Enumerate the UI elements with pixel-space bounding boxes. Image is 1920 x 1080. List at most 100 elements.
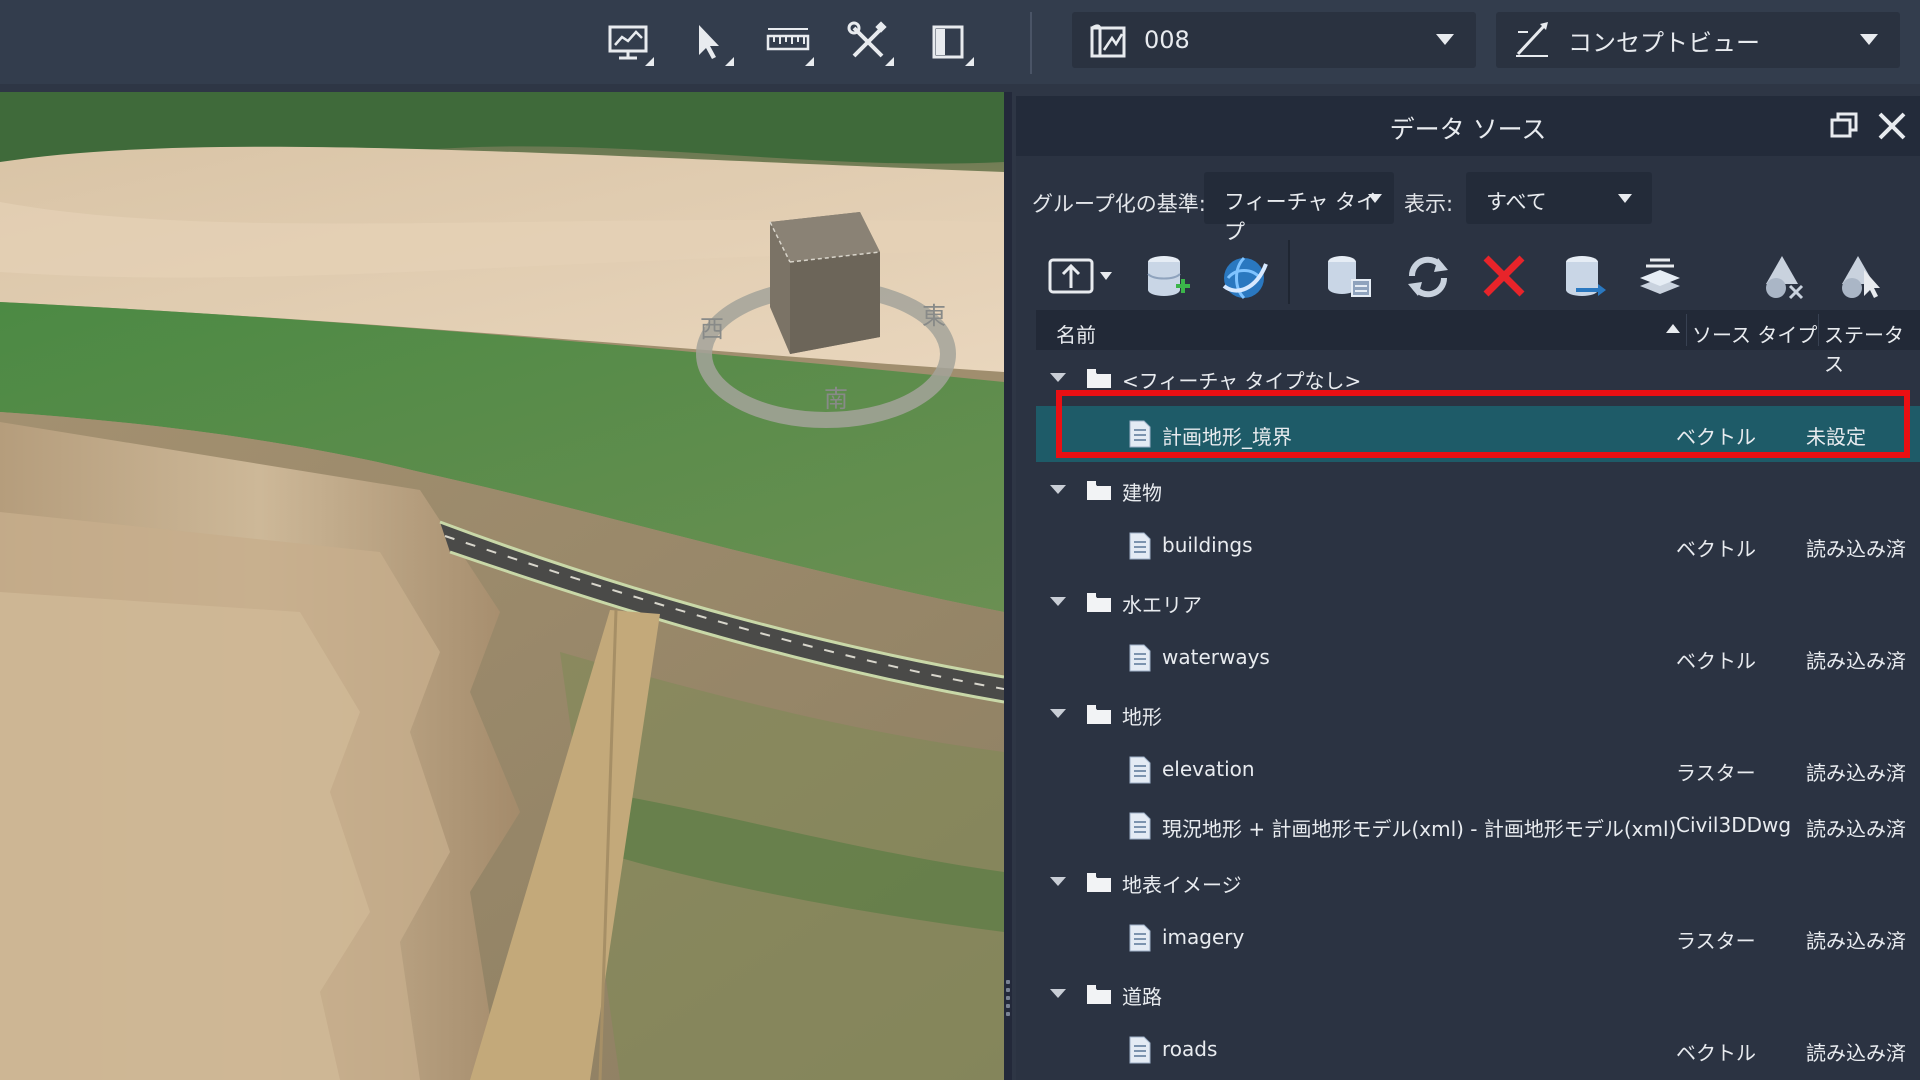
- panel-title: データ ソース: [1389, 115, 1547, 144]
- panel-layout-button[interactable]: [916, 14, 980, 70]
- document-icon: [1129, 924, 1151, 952]
- tree-item-label: 計画地形_境界: [1162, 425, 1292, 449]
- compass-west-label[interactable]: 西: [700, 315, 724, 343]
- delete-button[interactable]: [1472, 236, 1536, 316]
- folder-icon: [1087, 705, 1111, 724]
- source-type-cell: ベクトル: [1676, 425, 1756, 449]
- presentation-display-button[interactable]: [596, 14, 660, 70]
- tree-group-label: 地形: [1122, 705, 1162, 729]
- document-icon: [1129, 812, 1151, 840]
- database-export-button[interactable]: [1552, 236, 1616, 316]
- remove-feature-button[interactable]: [1750, 236, 1814, 316]
- grid-body: <フィーチャ タイプなし> 計画地形_境界 ベクトル 未設定 建物 buildings ベク…: [1036, 350, 1920, 1080]
- tree-item[interactable]: imagery ラスター 読み込み済: [1036, 910, 1920, 966]
- panel-resize-grip[interactable]: [1006, 980, 1010, 1020]
- chevron-down-icon: [1618, 194, 1632, 203]
- status-cell: 読み込み済: [1806, 649, 1906, 673]
- layers-icon: [1640, 258, 1680, 294]
- tree-item[interactable]: buildings ベクトル 読み込み済: [1036, 518, 1920, 574]
- proposal-icon: [1090, 24, 1126, 58]
- expand-caret-icon[interactable]: [1050, 877, 1066, 886]
- display-label: 表示:: [1404, 192, 1454, 216]
- document-icon: [1129, 420, 1151, 448]
- tree-item-label: imagery: [1162, 925, 1245, 949]
- tree-group[interactable]: 道路: [1036, 966, 1920, 1022]
- restore-window-icon: [1830, 112, 1858, 138]
- database-settings-button[interactable]: [1316, 236, 1380, 316]
- globe-icon: [1222, 256, 1268, 300]
- concept-view-icon: [1516, 22, 1548, 57]
- tree-item[interactable]: 現況地形 + 計画地形モデル(xml) - 計画地形モデル(xml) Civil3…: [1036, 798, 1920, 854]
- feature-remove-icon: [1766, 256, 1804, 300]
- expand-caret-icon[interactable]: [1050, 485, 1066, 494]
- folder-icon: [1087, 873, 1111, 892]
- import-button[interactable]: [1036, 236, 1126, 316]
- tools-button[interactable]: [836, 14, 900, 70]
- compass-east-label[interactable]: 東: [922, 302, 946, 330]
- source-type-cell: Civil3DDwg: [1676, 813, 1792, 837]
- tree-item-label: waterways: [1162, 645, 1270, 669]
- source-type-cell: ベクトル: [1676, 649, 1756, 673]
- chevron-down-icon: [1436, 34, 1454, 45]
- expand-caret-icon[interactable]: [1050, 709, 1066, 718]
- tree-item[interactable]: roads ベクトル 読み込み済: [1036, 1022, 1920, 1078]
- data-source-toolbar: [1016, 236, 1920, 320]
- tree-group[interactable]: 地表イメージ: [1036, 854, 1920, 910]
- document-icon: [1129, 644, 1151, 672]
- column-header-name[interactable]: 名前: [1056, 319, 1096, 348]
- data-source-grid: 名前 ソース タイプ ステータス <フィーチャ タイプなし> 計画地形_境界 ベクト…: [1036, 310, 1920, 1080]
- expand-caret-icon[interactable]: [1050, 373, 1066, 382]
- tree-group[interactable]: 地形: [1036, 686, 1920, 742]
- tree-group[interactable]: <フィーチャ タイプなし>: [1036, 350, 1920, 406]
- measure-button[interactable]: [756, 14, 820, 70]
- tree-group[interactable]: 建物: [1036, 462, 1920, 518]
- group-by-select[interactable]: フィーチャ タイプ: [1204, 172, 1394, 244]
- refresh-button[interactable]: [1396, 236, 1460, 316]
- web-service-button[interactable]: [1212, 236, 1276, 316]
- document-icon: [1129, 532, 1151, 560]
- restore-window-button[interactable]: [1824, 106, 1864, 146]
- add-database-icon: [1147, 256, 1190, 296]
- expand-caret-icon[interactable]: [1050, 989, 1066, 998]
- database-export-icon: [1566, 256, 1606, 296]
- tree-group-label: <フィーチャ タイプなし>: [1122, 369, 1362, 393]
- tree-item-label: 現況地形 + 計画地形モデル(xml) - 計画地形モデル(xml): [1162, 817, 1677, 841]
- status-cell: 読み込み済: [1806, 1041, 1906, 1065]
- chevron-down-icon: [1368, 194, 1382, 203]
- toolbar-separator: [1288, 240, 1290, 304]
- compass-south-label[interactable]: 南: [824, 385, 848, 413]
- tree-item[interactable]: elevation ラスター 読み込み済: [1036, 742, 1920, 798]
- select-feature-button[interactable]: [1826, 236, 1890, 316]
- terrain-scene: 西 南 東: [0, 92, 1004, 1080]
- select-button[interactable]: [676, 14, 740, 70]
- folder-icon: [1087, 593, 1111, 612]
- tree-item[interactable]: waterways ベクトル 読み込み済: [1036, 630, 1920, 686]
- panel-header: データ ソース: [1016, 96, 1920, 156]
- view-select[interactable]: コンセプトビュー: [1496, 12, 1900, 68]
- source-type-cell: ラスター: [1676, 929, 1756, 953]
- tree-item[interactable]: 計画地形_境界 ベクトル 未設定: [1036, 406, 1920, 462]
- expand-caret-icon[interactable]: [1050, 597, 1066, 606]
- close-panel-button[interactable]: [1872, 106, 1912, 146]
- refresh-icon: [1408, 256, 1448, 298]
- document-icon: [1129, 1036, 1151, 1064]
- tree-group[interactable]: 水エリア: [1036, 574, 1920, 630]
- tree-group-label: 水エリア: [1122, 593, 1202, 617]
- grid-header: 名前 ソース タイプ ステータス: [1036, 310, 1920, 376]
- proposal-select[interactable]: 008: [1072, 12, 1476, 68]
- group-by-label: グループ化の基準:: [1032, 192, 1206, 216]
- tree-item-label: roads: [1162, 1037, 1218, 1061]
- database-settings-icon: [1328, 256, 1371, 297]
- add-database-button[interactable]: [1136, 236, 1200, 316]
- source-type-cell: ラスター: [1676, 761, 1756, 785]
- view-value: コンセプトビュー: [1568, 28, 1760, 57]
- sort-ascending-icon: [1666, 324, 1680, 333]
- folder-icon: [1087, 369, 1111, 388]
- column-header-source-type[interactable]: ソース タイプ: [1692, 319, 1817, 348]
- 3d-viewport[interactable]: 西 南 東: [0, 92, 1004, 1080]
- display-select[interactable]: すべて: [1466, 172, 1652, 224]
- layer-properties-button[interactable]: [1628, 236, 1692, 316]
- tree-item-label: buildings: [1162, 533, 1253, 557]
- chevron-down-icon: [1860, 34, 1878, 45]
- tree-group-label: 建物: [1122, 481, 1162, 505]
